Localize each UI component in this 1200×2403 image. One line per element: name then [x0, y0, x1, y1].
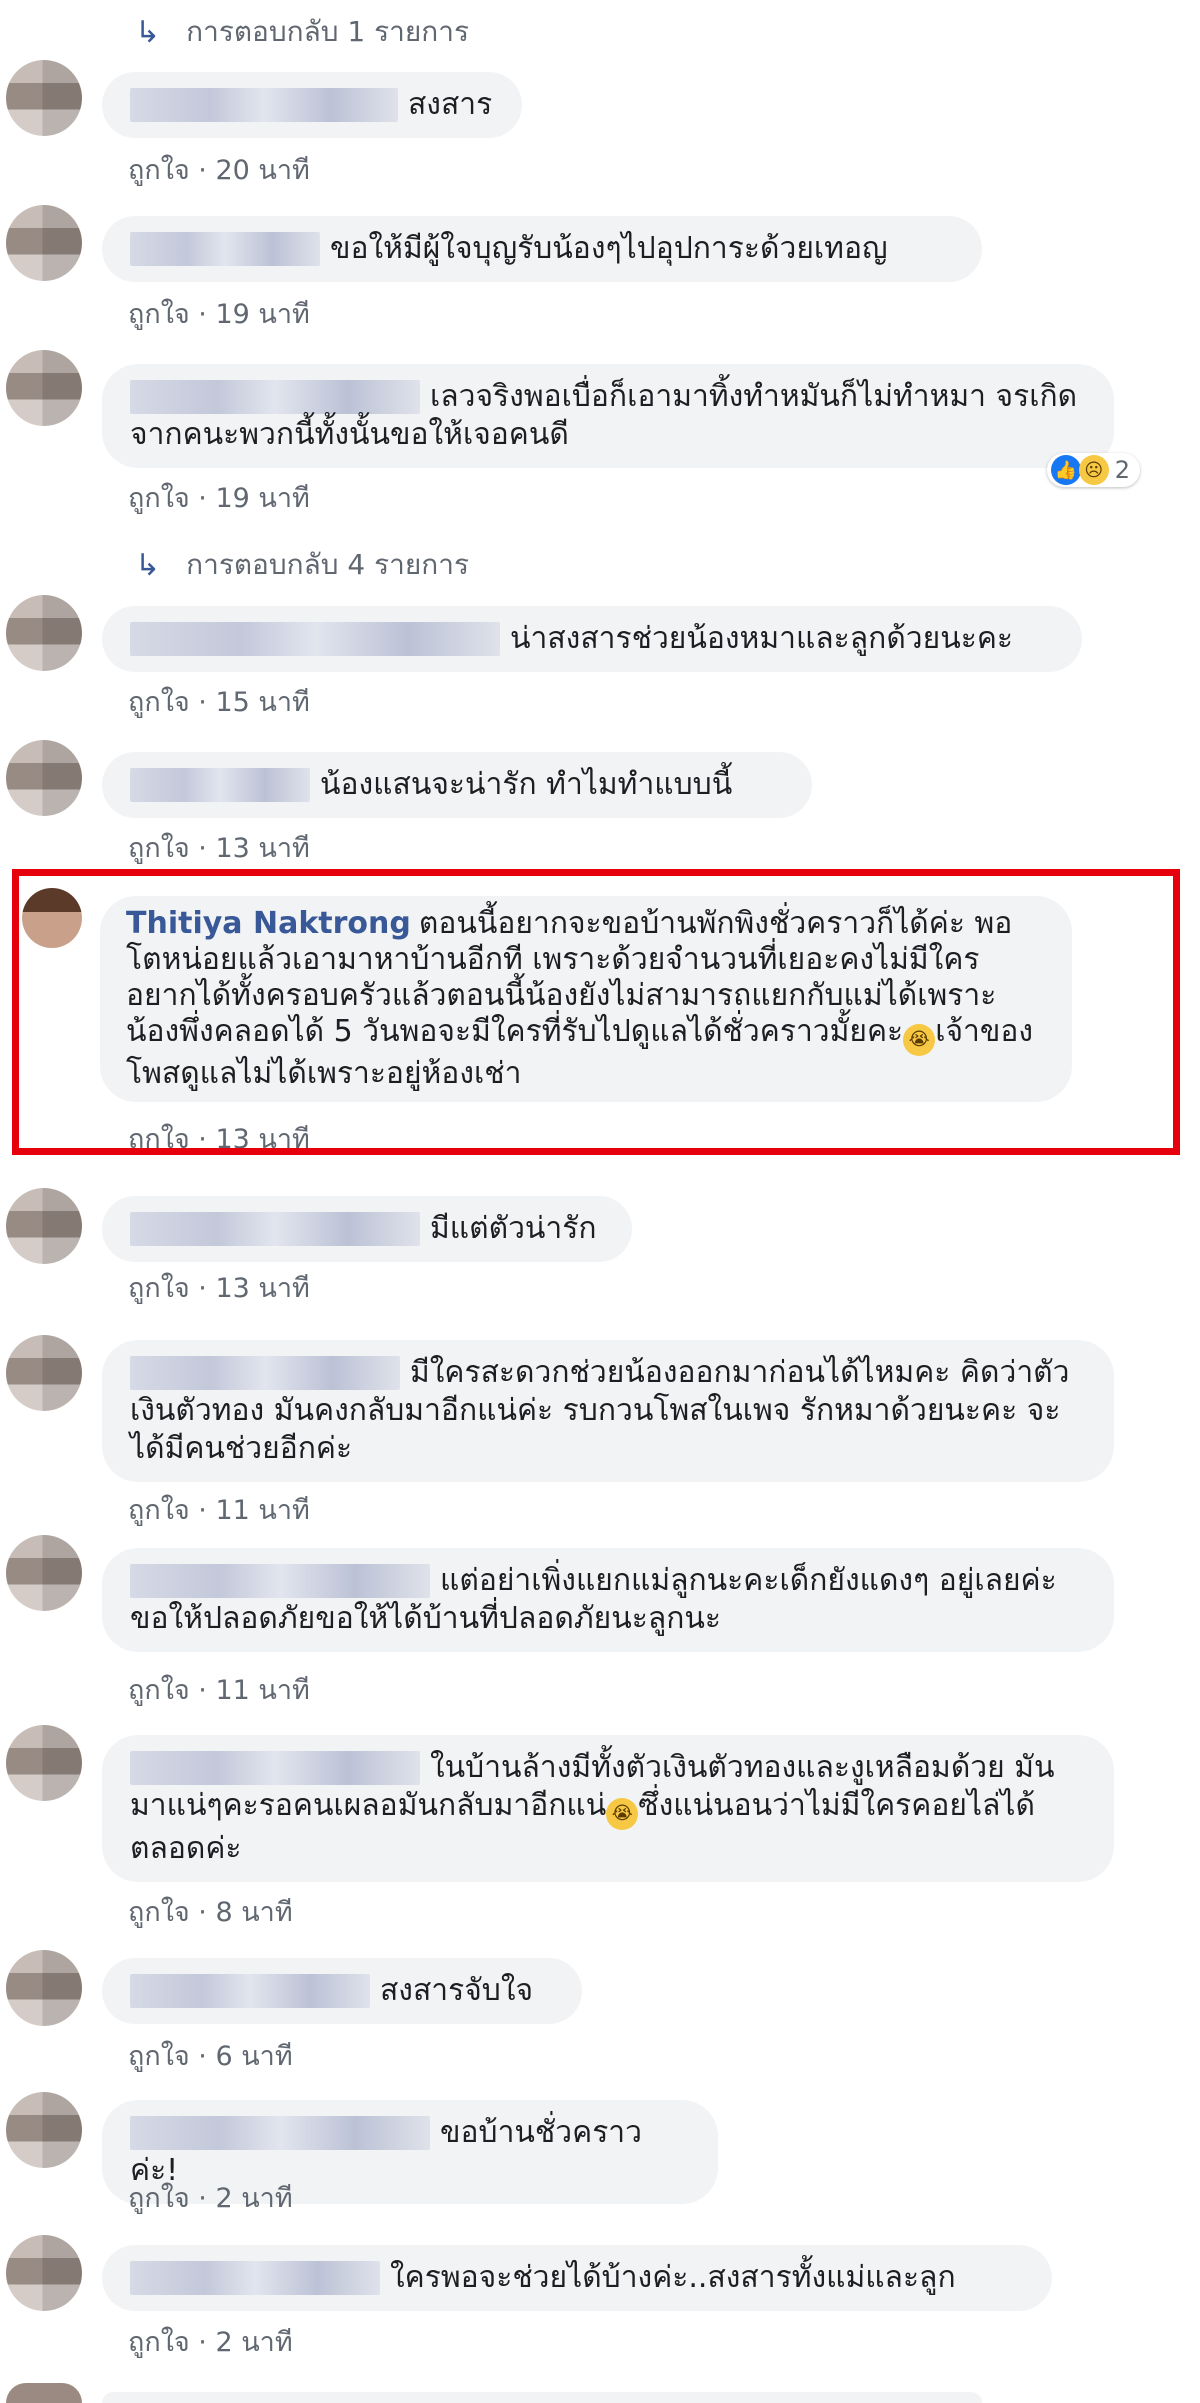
comment-meta[interactable]: ถูกใจ · 15 นาที [128, 680, 310, 723]
avatar[interactable] [6, 1335, 82, 1411]
comment-bubble: น่าสงสารช่วยน้องหมาและลูกด้วยนะคะ [102, 606, 1082, 672]
avatar-partial[interactable] [6, 2383, 82, 2403]
reply-arrow-icon: ↳ [135, 547, 161, 583]
comment-meta[interactable]: ถูกใจ · 20 นาที [128, 148, 310, 191]
comment-bubble: สงสาร [102, 72, 522, 138]
view-replies-label: การตอบกลับ 4 รายการ [186, 548, 470, 581]
comment-text: มีแต่ตัวน่ารัก [430, 1211, 597, 1246]
highlight-box [12, 869, 1180, 1155]
comment-bubble: ใครพอจะช่วยได้บ้างค่ะ..สงสารทั้งแม่และลู… [102, 2245, 1052, 2311]
avatar[interactable] [6, 595, 82, 671]
avatar[interactable] [6, 60, 82, 136]
comment-bubble: มีใครสะดวกช่วยน้องออกมาก่อนได้ไหมคะ คิดว… [102, 1340, 1114, 1482]
avatar[interactable] [6, 2092, 82, 2168]
comment-text: ใครพอจะช่วยได้บ้างค่ะ..สงสารทั้งแม่และลู… [390, 2260, 956, 2295]
comment-meta[interactable]: ถูกใจ · 6 นาที [128, 2034, 293, 2077]
comment-meta[interactable]: ถูกใจ · 11 นาที [128, 1488, 310, 1531]
comment-meta[interactable]: ถูกใจ · 13 นาที [128, 1266, 310, 1309]
avatar[interactable] [6, 205, 82, 281]
sad-reaction-icon: ☹ [1078, 455, 1109, 485]
avatar[interactable] [6, 1725, 82, 1801]
comment-meta[interactable]: ถูกใจ · 11 นาที [128, 1668, 310, 1711]
comment-meta[interactable]: ถูกใจ · 8 นาที [128, 1890, 293, 1933]
comment-meta[interactable]: ถูกใจ · 19 นาที [128, 292, 310, 335]
commenter-name-blurred[interactable] [130, 768, 310, 802]
comment-text: สงสาร [408, 87, 493, 122]
commenter-name-blurred[interactable] [130, 380, 420, 414]
avatar[interactable] [6, 1535, 82, 1611]
commenter-name-blurred[interactable] [130, 232, 320, 266]
comment-text: น้องแสนจะน่ารัก ทำไมทำแบบนี้ [320, 767, 733, 802]
comment-meta[interactable]: ถูกใจ · 2 นาที [128, 2320, 293, 2363]
avatar[interactable] [6, 1950, 82, 2026]
like-reaction-icon: 👍 [1050, 455, 1081, 485]
crying-emoji-icon: 😭 [606, 1798, 639, 1830]
comment-bubble-partial [102, 2392, 982, 2403]
commenter-name-blurred[interactable] [130, 2261, 380, 2295]
comment-text: น่าสงสารช่วยน้องหมาและลูกด้วยนะคะ [510, 621, 1014, 656]
avatar[interactable] [6, 1188, 82, 1264]
reaction-summary[interactable]: 👍 ☹ 2 [1046, 453, 1140, 487]
comment-text: สงสารจับใจ [380, 1973, 534, 2008]
comment-bubble: น้องแสนจะน่ารัก ทำไมทำแบบนี้ [102, 752, 812, 818]
commenter-name-blurred[interactable] [130, 622, 500, 656]
comment-bubble: ในบ้านล้างมีทั้งตัวเงินตัวทองและงูเหลือม… [102, 1735, 1114, 1882]
commenter-name-blurred[interactable] [130, 1212, 420, 1246]
comment-meta[interactable]: ถูกใจ · 2 นาที [128, 2176, 293, 2219]
avatar[interactable] [6, 2235, 82, 2311]
commenter-name-blurred[interactable] [130, 1356, 400, 1390]
reaction-count: 2 [1114, 456, 1130, 484]
comment-bubble: แต่อย่าเพิ่งแยกแม่ลูกนะคะเด็กยังแดงๆ อยู… [102, 1548, 1114, 1652]
comment-text: ขอให้มีผู้ใจบุญรับน้องๆไปอุปการะด้วยเทอญ [330, 231, 888, 266]
comment-meta[interactable]: ถูกใจ · 13 นาที [128, 826, 310, 869]
comment-bubble: เลวจริงพอเบื่อก็เอามาทิ้งทำหมันก็ไม่ทำหม… [102, 364, 1114, 468]
commenter-name-blurred[interactable] [130, 1974, 370, 2008]
comment-bubble: สงสารจับใจ [102, 1958, 582, 2024]
comment-bubble: ขอให้มีผู้ใจบุญรับน้องๆไปอุปการะด้วยเทอญ [102, 216, 982, 282]
commenter-name-blurred[interactable] [130, 1751, 420, 1785]
reply-arrow-icon: ↳ [135, 14, 161, 50]
view-replies-label: การตอบกลับ 1 รายการ [186, 15, 470, 48]
avatar[interactable] [6, 740, 82, 816]
commenter-name-blurred[interactable] [130, 2116, 430, 2150]
commenter-name-blurred[interactable] [130, 1564, 430, 1598]
comment-bubble: มีแต่ตัวน่ารัก [102, 1196, 632, 1262]
view-replies-link[interactable]: ↳ การตอบกลับ 4 รายการ [135, 543, 469, 587]
view-replies-link[interactable]: ↳ การตอบกลับ 1 รายการ [135, 10, 469, 54]
commenter-name-blurred[interactable] [130, 88, 398, 122]
comment-meta[interactable]: ถูกใจ · 19 นาที [128, 476, 310, 519]
avatar[interactable] [6, 350, 82, 426]
